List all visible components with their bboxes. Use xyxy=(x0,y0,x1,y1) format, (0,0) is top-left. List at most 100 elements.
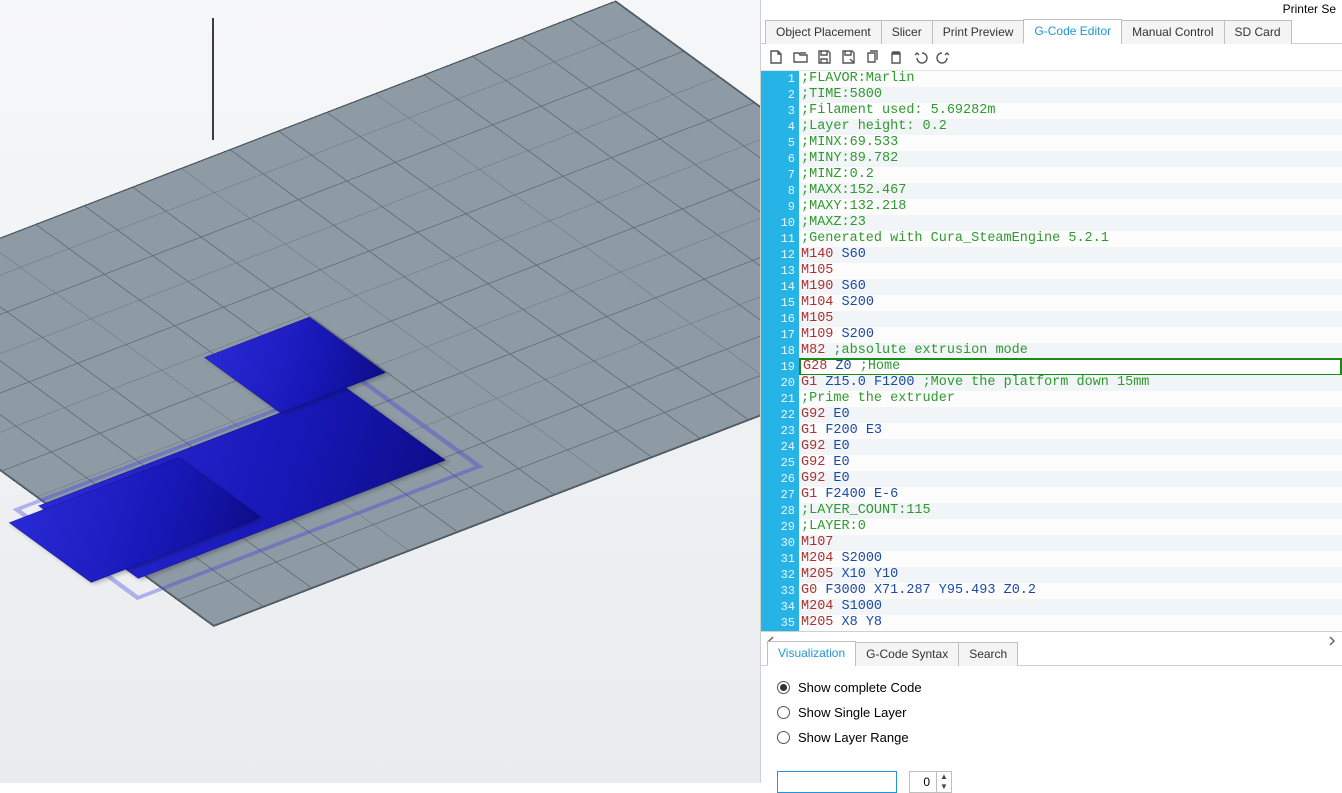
tab-slicer[interactable]: Slicer xyxy=(881,20,933,44)
code-line[interactable]: 32M205 X10 Y10 xyxy=(761,567,1342,583)
code-line[interactable]: 24G92 E0 xyxy=(761,439,1342,455)
code-text[interactable]: M109 S200 xyxy=(799,327,1342,343)
save-as-icon[interactable] xyxy=(839,48,857,66)
tab-sd-card[interactable]: SD Card xyxy=(1224,20,1292,44)
undo-icon[interactable] xyxy=(911,48,929,66)
code-text[interactable]: ;MINX:69.533 xyxy=(799,135,1342,151)
code-line[interactable]: 8;MAXX:152.467 xyxy=(761,183,1342,199)
new-file-icon[interactable] xyxy=(767,48,785,66)
bottom-tab-gcode-syntax[interactable]: G-Code Syntax xyxy=(855,642,959,666)
code-text[interactable]: ;LAYER:0 xyxy=(799,519,1342,535)
redo-icon[interactable] xyxy=(935,48,953,66)
radio-icon[interactable] xyxy=(777,706,790,719)
code-text[interactable]: ;Filament used: 5.69282m xyxy=(799,103,1342,119)
code-text[interactable]: M204 S2000 xyxy=(799,551,1342,567)
code-line[interactable]: 28;LAYER_COUNT:115 xyxy=(761,503,1342,519)
code-text[interactable]: ;MAXX:152.467 xyxy=(799,183,1342,199)
code-line[interactable]: 27G1 F2400 E-6 xyxy=(761,487,1342,503)
code-line[interactable]: 31M204 S2000 xyxy=(761,551,1342,567)
spinner-down-icon[interactable]: ▼ xyxy=(937,782,951,792)
code-text[interactable]: G0 F3000 X71.287 Y95.493 Z0.2 xyxy=(799,583,1342,599)
code-line[interactable]: 25G92 E0 xyxy=(761,455,1342,471)
code-line[interactable]: 26G92 E0 xyxy=(761,471,1342,487)
code-line[interactable]: 12M140 S60 xyxy=(761,247,1342,263)
bottom-tab-search[interactable]: Search xyxy=(958,642,1018,666)
code-text[interactable]: ;TIME:5800 xyxy=(799,87,1342,103)
open-file-icon[interactable] xyxy=(791,48,809,66)
code-editor[interactable]: 1;FLAVOR:Marlin2;TIME:58003;Filament use… xyxy=(761,71,1342,631)
code-line[interactable]: 16M105 xyxy=(761,311,1342,327)
scroll-right-icon[interactable] xyxy=(1324,633,1340,649)
paste-icon[interactable] xyxy=(887,48,905,66)
copy-icon[interactable] xyxy=(863,48,881,66)
code-line[interactable]: 4;Layer height: 0.2 xyxy=(761,119,1342,135)
code-text[interactable]: G92 E0 xyxy=(799,455,1342,471)
viz-option-range[interactable]: Show Layer Range xyxy=(777,730,1326,745)
code-line[interactable]: 14M190 S60 xyxy=(761,279,1342,295)
code-text[interactable]: M104 S200 xyxy=(799,295,1342,311)
code-line[interactable]: 15M104 S200 xyxy=(761,295,1342,311)
code-text[interactable]: M204 S1000 xyxy=(799,599,1342,615)
code-text[interactable]: M82 ;absolute extrusion mode xyxy=(799,343,1342,359)
code-line[interactable]: 34M204 S1000 xyxy=(761,599,1342,615)
layer-spinner[interactable]: 0 ▲ ▼ xyxy=(909,771,952,793)
code-line[interactable]: 35M205 X8 Y8 xyxy=(761,615,1342,631)
tab-print-preview[interactable]: Print Preview xyxy=(932,20,1025,44)
code-text[interactable]: M205 X10 Y10 xyxy=(799,567,1342,583)
code-text[interactable]: M190 S60 xyxy=(799,279,1342,295)
code-line[interactable]: 2;TIME:5800 xyxy=(761,87,1342,103)
code-line[interactable]: 22G92 E0 xyxy=(761,407,1342,423)
radio-icon[interactable] xyxy=(777,681,790,694)
code-text[interactable]: ;Prime the extruder xyxy=(799,391,1342,407)
code-line[interactable]: 23G1 F200 E3 xyxy=(761,423,1342,439)
code-text[interactable]: ;MINZ:0.2 xyxy=(799,167,1342,183)
code-text[interactable]: ;FLAVOR:Marlin xyxy=(799,71,1342,87)
code-line[interactable]: 3;Filament used: 5.69282m xyxy=(761,103,1342,119)
viz-option-single[interactable]: Show Single Layer xyxy=(777,705,1326,720)
code-line[interactable]: 13M105 xyxy=(761,263,1342,279)
code-line[interactable]: 18M82 ;absolute extrusion mode xyxy=(761,343,1342,359)
code-text[interactable]: G92 E0 xyxy=(799,439,1342,455)
code-text[interactable]: G1 Z15.0 F1200 ;Move the platform down 1… xyxy=(799,375,1342,391)
code-text[interactable]: M105 xyxy=(799,263,1342,279)
code-text[interactable]: M107 xyxy=(799,535,1342,551)
code-line[interactable]: 21;Prime the extruder xyxy=(761,391,1342,407)
code-text[interactable]: G1 F2400 E-6 xyxy=(799,487,1342,503)
layer-combo[interactable] xyxy=(777,771,897,793)
code-line[interactable]: 29;LAYER:0 xyxy=(761,519,1342,535)
code-line[interactable]: 20G1 Z15.0 F1200 ;Move the platform down… xyxy=(761,375,1342,391)
tab-object-placement[interactable]: Object Placement xyxy=(765,20,882,44)
code-line[interactable]: 6;MINY:89.782 xyxy=(761,151,1342,167)
code-line[interactable]: 30M107 xyxy=(761,535,1342,551)
code-line[interactable]: 19G28 Z0 ;Home xyxy=(761,359,1342,375)
code-text[interactable]: ;Generated with Cura_SteamEngine 5.2.1 xyxy=(799,231,1342,247)
code-line[interactable]: 10;MAXZ:23 xyxy=(761,215,1342,231)
code-text[interactable]: ;MAXY:132.218 xyxy=(799,199,1342,215)
printer-settings-link[interactable]: Printer Se xyxy=(1277,0,1342,18)
code-line[interactable]: 1;FLAVOR:Marlin xyxy=(761,71,1342,87)
code-line[interactable]: 7;MINZ:0.2 xyxy=(761,167,1342,183)
code-text[interactable]: ;LAYER_COUNT:115 xyxy=(799,503,1342,519)
code-line[interactable]: 9;MAXY:132.218 xyxy=(761,199,1342,215)
code-text[interactable]: M140 S60 xyxy=(799,247,1342,263)
code-text[interactable]: ;MAXZ:23 xyxy=(799,215,1342,231)
radio-icon[interactable] xyxy=(777,731,790,744)
code-text[interactable]: M105 xyxy=(799,311,1342,327)
code-text[interactable]: M205 X8 Y8 xyxy=(799,615,1342,631)
tab-manual-control[interactable]: Manual Control xyxy=(1121,20,1224,44)
bottom-tab-visualization[interactable]: Visualization xyxy=(767,641,856,666)
code-text[interactable]: G1 F200 E3 xyxy=(799,423,1342,439)
code-text[interactable]: ;Layer height: 0.2 xyxy=(799,119,1342,135)
tab-gcode-editor[interactable]: G-Code Editor xyxy=(1023,19,1122,44)
editor-hscrollbar[interactable] xyxy=(761,631,1342,632)
viewport-3d[interactable] xyxy=(0,0,760,783)
code-text[interactable]: G92 E0 xyxy=(799,471,1342,487)
code-line[interactable]: 17M109 S200 xyxy=(761,327,1342,343)
spinner-up-icon[interactable]: ▲ xyxy=(937,772,951,782)
code-text[interactable]: G28 Z0 ;Home xyxy=(799,358,1342,376)
code-text[interactable]: ;MINY:89.782 xyxy=(799,151,1342,167)
code-line[interactable]: 33G0 F3000 X71.287 Y95.493 Z0.2 xyxy=(761,583,1342,599)
code-text[interactable]: G92 E0 xyxy=(799,407,1342,423)
viz-option-complete[interactable]: Show complete Code xyxy=(777,680,1326,695)
save-icon[interactable] xyxy=(815,48,833,66)
